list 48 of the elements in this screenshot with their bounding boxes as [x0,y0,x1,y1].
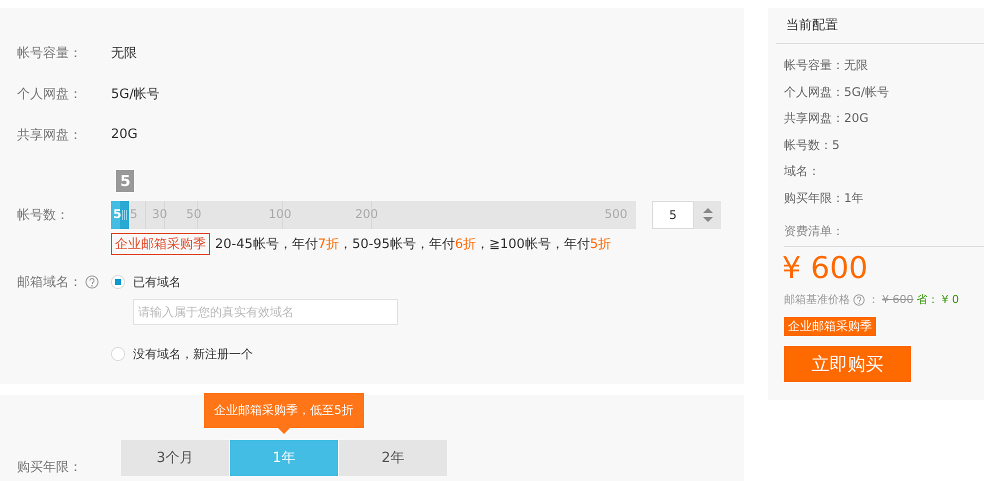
value-tooltip: 5 [116,170,134,192]
config-item: 个人网盘：5G/帐号 [784,84,890,100]
bill-label: 资费清单： [784,223,984,247]
field-value: 20G [111,127,138,142]
field-label: 帐号容量： [17,44,83,62]
help-icon[interactable] [85,275,99,289]
base-price: ¥ 600 [882,293,914,306]
field-label: 共享网盘： [17,126,83,144]
tick-label: 5 [113,207,122,221]
panel-title: 当前配置 [776,8,984,44]
saving-value: ¥ 0 [942,293,959,306]
tick-label: 200 [355,207,378,221]
period-tab[interactable]: 3个月 [121,440,229,476]
field-value: 5G/帐号 [111,86,160,102]
promo-tag: 企业邮箱采购季 [784,317,876,336]
radio-label[interactable]: 没有域名，新注册一个 [133,346,253,362]
help-icon[interactable] [853,294,865,306]
tick-label: 50 [186,207,202,221]
saving-label: 省： [916,292,938,307]
number-field[interactable]: 5 [652,201,694,229]
promo-text: 20-45帐号，年付7折，50-95帐号，年付6折，≧100帐号，年付5折 [215,236,612,253]
base-price-label: 邮箱基准价格 [784,292,850,307]
field-label: 购买年限： [17,459,83,476]
field-label: 个人网盘： [17,86,83,102]
tick-label: 100 [268,207,292,221]
config-item: 帐号数：5 [784,136,841,154]
spinner-button[interactable] [694,201,721,229]
tick-label: 500 [604,207,628,221]
domain-input-field[interactable]: 请输入属于您的真实有效域名 [133,299,398,325]
total-price: ¥ 600 [782,251,869,286]
config-item: 帐号容量：无限 [784,57,869,74]
slider-handle[interactable] [120,201,130,229]
field-label: 帐号数： [17,207,70,224]
field-label: 邮箱域名： [17,274,82,291]
config-item: 域名： [784,163,821,180]
period-tab[interactable]: 2年 [339,440,447,476]
config-item: 共享网盘：20G [784,110,870,127]
tick-label: 5 [130,207,138,221]
radio-button[interactable] [111,275,125,289]
spinner-icon [702,207,714,223]
radio-label[interactable]: 已有域名 [133,274,181,290]
separator-text: ： [868,292,879,307]
radio-button[interactable] [111,347,125,361]
promo-tag: 企业邮箱采购季 [111,233,210,255]
tick-label: 30 [152,207,168,221]
field-value: 无限 [111,44,137,62]
promo-tooltip: 企业邮箱采购季，低至5折 [204,393,364,434]
config-item: 购买年限：1年 [784,190,865,206]
